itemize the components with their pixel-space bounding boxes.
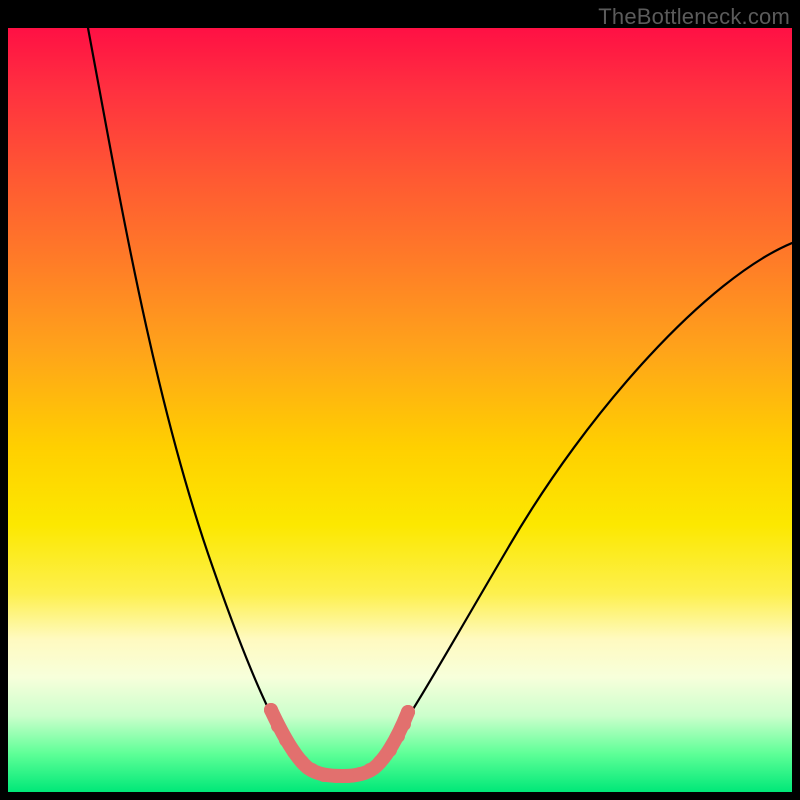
plot-area	[8, 28, 792, 792]
watermark-text: TheBottleneck.com	[598, 4, 790, 30]
gradient-background	[8, 28, 792, 792]
chart-root: TheBottleneck.com	[0, 0, 800, 800]
